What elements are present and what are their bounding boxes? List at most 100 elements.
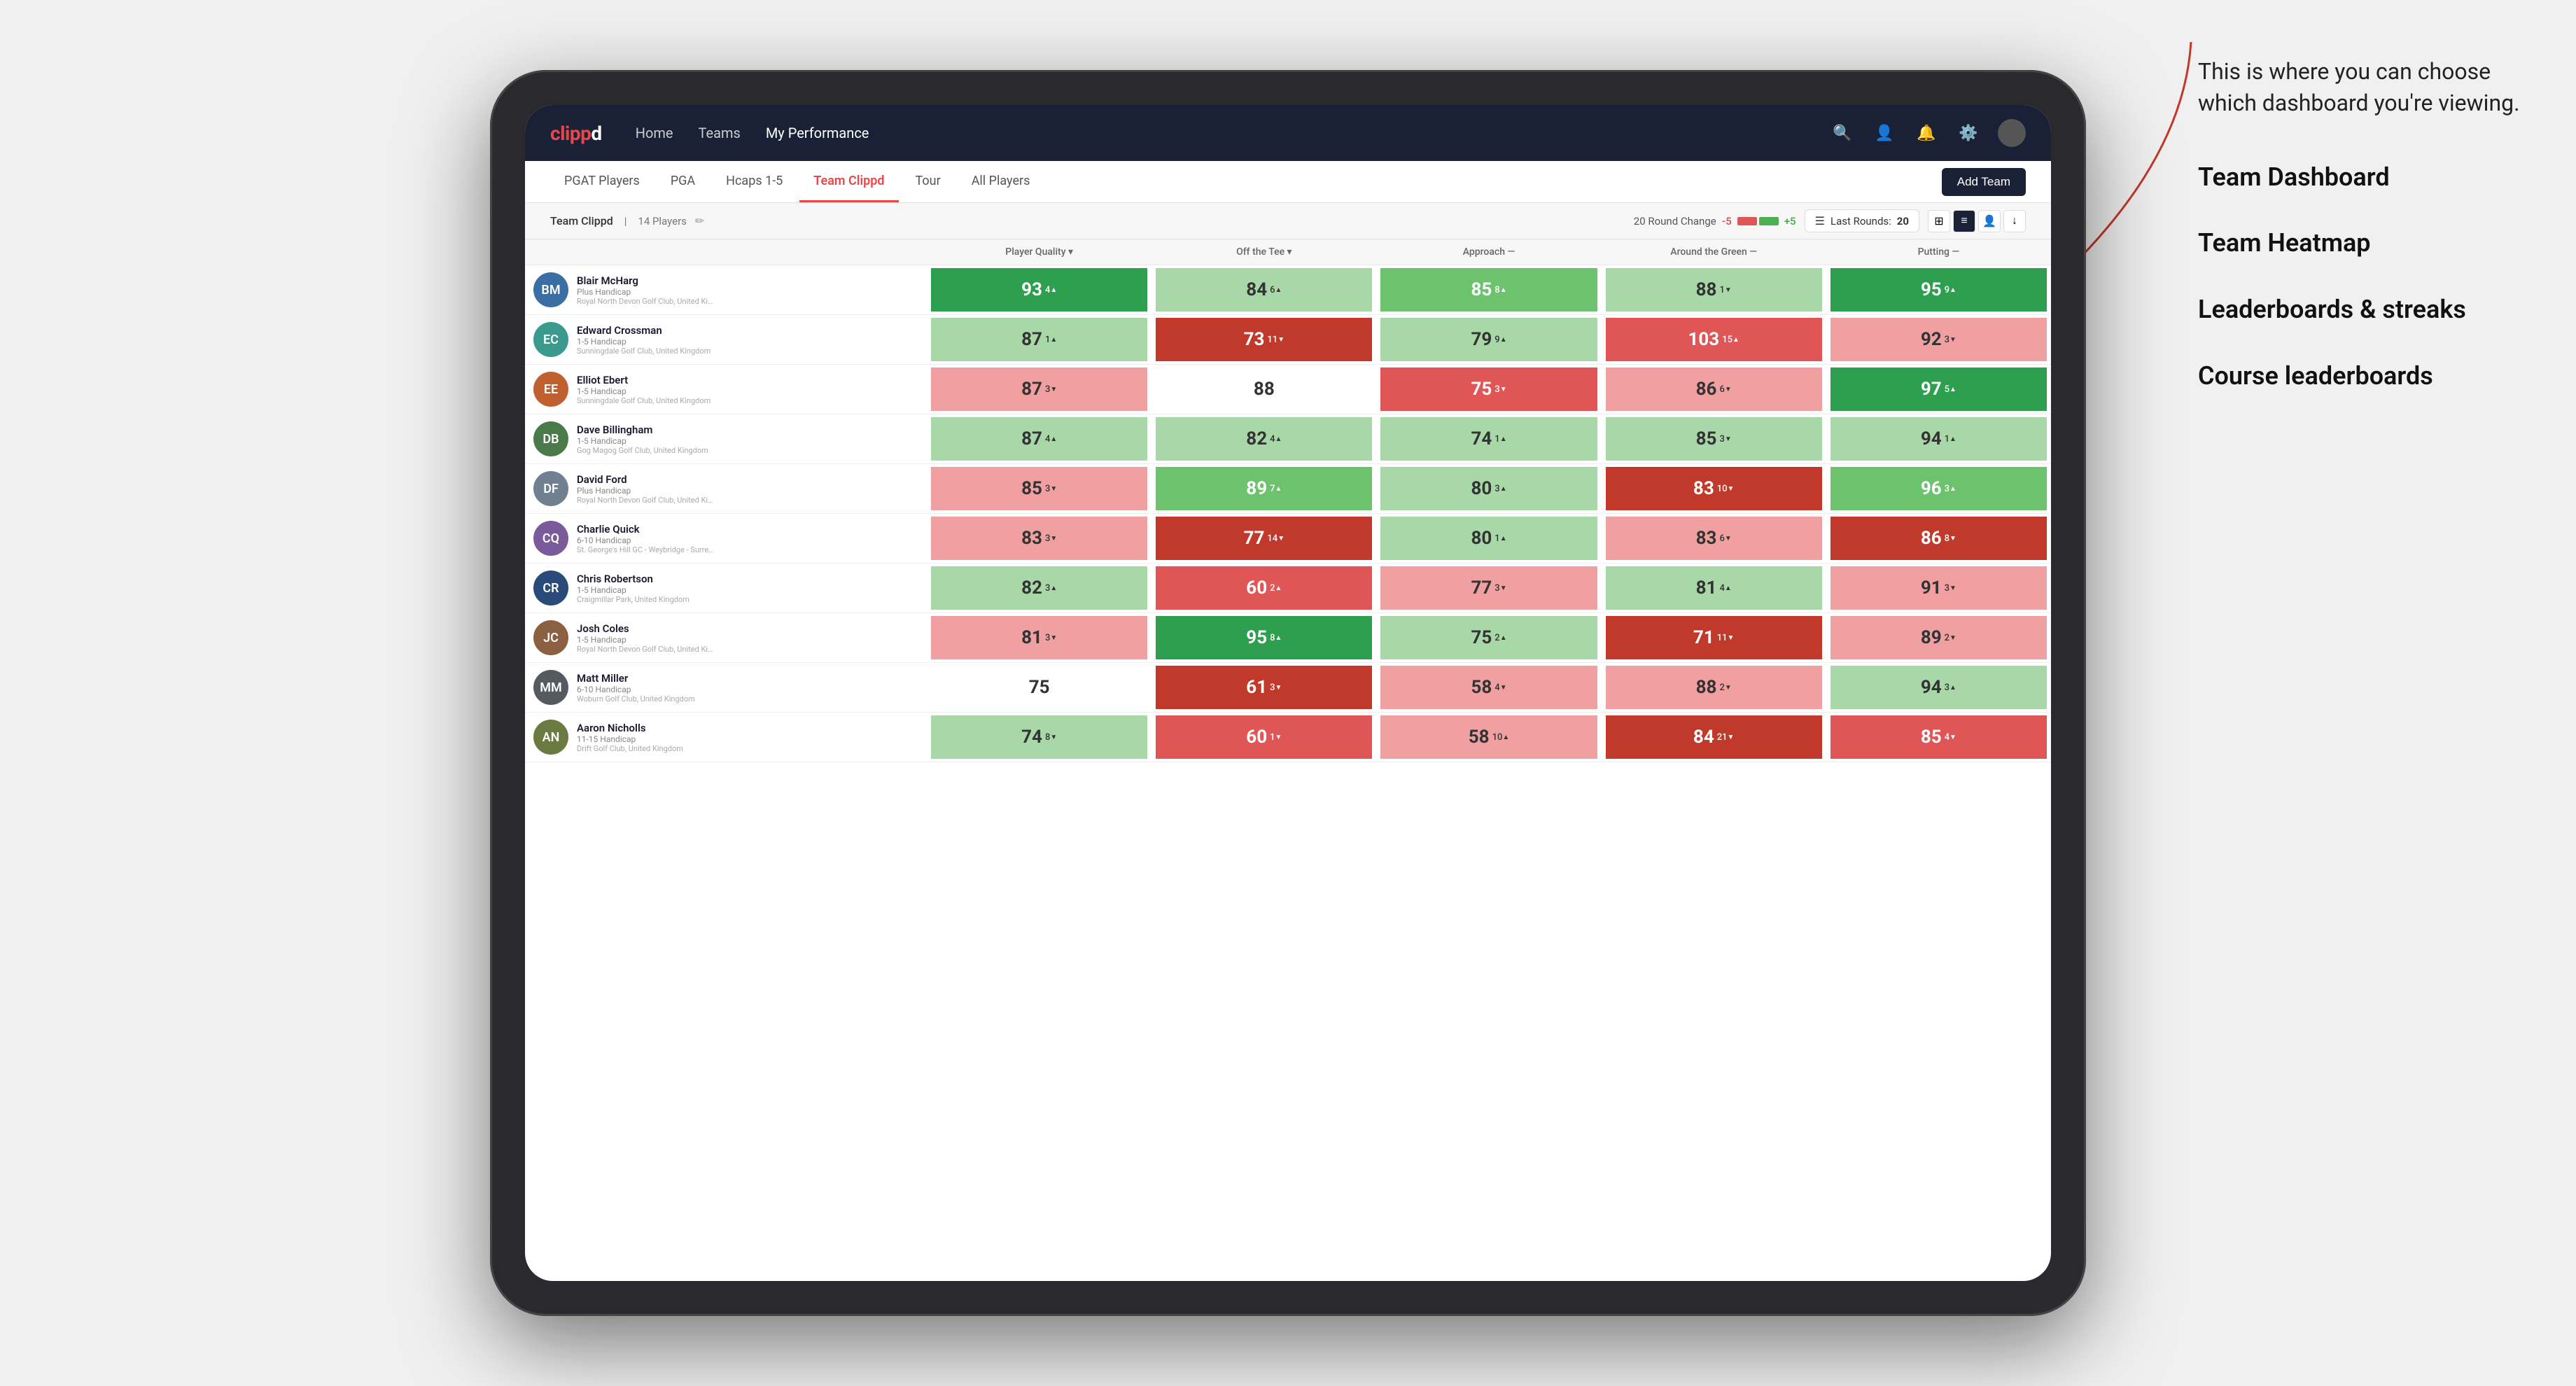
stat-cell-around_green: 88 2 (1602, 663, 1826, 713)
col-off-tee[interactable]: Off the Tee ▾ (1152, 239, 1376, 265)
stat-cell-off_tee: 88 (1152, 365, 1376, 414)
table-row[interactable]: EE Elliot Ebert 1-5 Handicap Sunningdale… (525, 365, 2051, 414)
user-avatar[interactable] (1998, 119, 2026, 147)
player-club: Craigmillar Park, United Kingdom (577, 595, 717, 604)
stat-change: 4 (1494, 682, 1506, 693)
col-putting[interactable]: Putting — (1826, 239, 2051, 265)
stat-cell-approach: 58 4 (1376, 663, 1601, 713)
ipad-frame: clippd Home Teams My Performance 🔍 👤 🔔 ⚙… (490, 70, 2086, 1316)
table-row[interactable]: AN Aaron Nicholls 11-15 Handicap Drift G… (525, 713, 2051, 762)
tab-all-players[interactable]: All Players (958, 161, 1044, 202)
stat-cell-approach: 74 1 (1376, 414, 1601, 464)
stat-value-container: 75 (931, 666, 1147, 709)
player-details: David Ford Plus Handicap Royal North Dev… (577, 473, 918, 505)
stat-value: 71 (1693, 627, 1714, 648)
player-avatar: BM (533, 272, 568, 307)
stat-cell-off_tee: 84 6 (1152, 265, 1376, 315)
user-icon[interactable]: 👤 (1872, 120, 1897, 146)
stat-change: 9 (1945, 285, 1956, 295)
subnav: PGAT Players PGA Hcaps 1-5 Team Clippd T… (525, 161, 2051, 203)
stat-change: 3 (1945, 335, 1956, 345)
player-name: Dave Billingham (577, 424, 918, 436)
stat-change: 6 (1719, 384, 1731, 395)
annotation-item-dashboard: Team Dashboard (2198, 161, 2534, 194)
view-user-button[interactable]: 👤 (1978, 210, 2001, 232)
ipad-screen: clippd Home Teams My Performance 🔍 👤 🔔 ⚙… (525, 105, 2051, 1281)
stat-value: 81 (1021, 627, 1042, 648)
stat-cell-putting: 97 5 (1826, 365, 2051, 414)
stat-cell-putting: 92 3 (1826, 315, 2051, 365)
annotation-item-leaderboards: Leaderboards & streaks (2198, 293, 2534, 326)
stat-change: 14 (1267, 533, 1284, 544)
stat-change: 3 (1270, 682, 1282, 693)
col-approach[interactable]: Approach — (1376, 239, 1601, 265)
stat-value-container: 84 21 (1606, 715, 1822, 759)
nav-home[interactable]: Home (636, 125, 673, 141)
player-name: Edward Crossman (577, 324, 918, 337)
add-team-button[interactable]: Add Team (1942, 168, 2026, 196)
stat-cell-quality: 87 3 (927, 365, 1152, 414)
stat-value: 89 (1246, 478, 1267, 499)
tab-pga[interactable]: PGA (657, 161, 709, 202)
table-row[interactable]: BM Blair McHarg Plus Handicap Royal Nort… (525, 265, 2051, 315)
player-handicap: 1-5 Handicap (577, 436, 918, 446)
stat-change: 1 (1719, 285, 1731, 295)
stat-value: 88 (1254, 379, 1275, 400)
team-name: Team Clippd (550, 214, 613, 227)
stat-change: 5 (1945, 384, 1956, 395)
nav-teams[interactable]: Teams (699, 125, 741, 141)
edit-team-icon[interactable]: ✏ (695, 214, 704, 227)
stat-value: 79 (1471, 329, 1492, 350)
stat-value-container: 74 8 (931, 715, 1147, 759)
nav-my-performance[interactable]: My Performance (766, 125, 869, 141)
tab-pgat-players[interactable]: PGAT Players (550, 161, 654, 202)
stat-value-container: 80 3 (1380, 467, 1597, 510)
view-download-button[interactable]: ↓ (2003, 210, 2026, 232)
stat-cell-around_green: 83 6 (1602, 514, 1826, 564)
col-quality[interactable]: Player Quality ▾ (927, 239, 1152, 265)
player-handicap: Plus Handicap (577, 287, 918, 297)
stat-value-container: 95 9 (1830, 268, 2047, 312)
stat-value: 97 (1921, 379, 1942, 400)
player-cell: JC Josh Coles 1-5 Handicap Royal North D… (525, 613, 927, 663)
stat-value: 83 (1693, 478, 1714, 499)
stat-cell-approach: 79 9 (1376, 315, 1601, 365)
search-icon[interactable]: 🔍 (1830, 120, 1855, 146)
player-avatar: CR (533, 570, 568, 606)
table-row[interactable]: MM Matt Miller 6-10 Handicap Woburn Golf… (525, 663, 2051, 713)
table-row[interactable]: JC Josh Coles 1-5 Handicap Royal North D… (525, 613, 2051, 663)
tab-tour[interactable]: Tour (902, 161, 955, 202)
table-row[interactable]: DB Dave Billingham 1-5 Handicap Gog Mago… (525, 414, 2051, 464)
last-rounds-button[interactable]: ☰ Last Rounds: 20 (1805, 209, 1919, 232)
table-row[interactable]: CQ Charlie Quick 6-10 Handicap St. Georg… (525, 514, 2051, 564)
tab-hcaps[interactable]: Hcaps 1-5 (712, 161, 797, 202)
view-grid-button[interactable]: ⊞ (1928, 210, 1950, 232)
stat-value: 91 (1921, 578, 1942, 598)
col-around-green[interactable]: Around the Green — (1602, 239, 1826, 265)
stat-value: 60 (1246, 727, 1267, 748)
stat-cell-approach: 58 10 (1376, 713, 1601, 762)
stat-value-container: 96 3 (1830, 467, 2047, 510)
settings-icon[interactable]: ⚙️ (1956, 120, 1981, 146)
navbar: clippd Home Teams My Performance 🔍 👤 🔔 ⚙… (525, 105, 2051, 161)
bell-icon[interactable]: 🔔 (1914, 120, 1939, 146)
table-row[interactable]: CR Chris Robertson 1-5 Handicap Craigmil… (525, 564, 2051, 613)
table-row[interactable]: DF David Ford Plus Handicap Royal North … (525, 464, 2051, 514)
player-club: Woburn Golf Club, United Kingdom (577, 694, 717, 704)
player-avatar: DF (533, 471, 568, 506)
stat-cell-approach: 75 2 (1376, 613, 1601, 663)
stat-value-container: 88 1 (1606, 268, 1822, 312)
stat-change: 1 (1045, 335, 1057, 345)
view-list-button[interactable]: ≡ (1953, 210, 1975, 232)
stat-cell-quality: 87 1 (927, 315, 1152, 365)
stat-value-container: 80 1 (1380, 517, 1597, 560)
stat-value-container: 73 11 (1156, 318, 1372, 361)
tab-team-clippd[interactable]: Team Clippd (799, 161, 898, 202)
stat-cell-off_tee: 60 2 (1152, 564, 1376, 613)
stat-change: 10 (1717, 484, 1735, 494)
stat-value: 85 (1021, 478, 1042, 499)
table-row[interactable]: EC Edward Crossman 1-5 Handicap Sunningd… (525, 315, 2051, 365)
stat-cell-around_green: 85 3 (1602, 414, 1826, 464)
stat-cell-off_tee: 77 14 (1152, 514, 1376, 564)
player-details: Blair McHarg Plus Handicap Royal North D… (577, 274, 918, 306)
